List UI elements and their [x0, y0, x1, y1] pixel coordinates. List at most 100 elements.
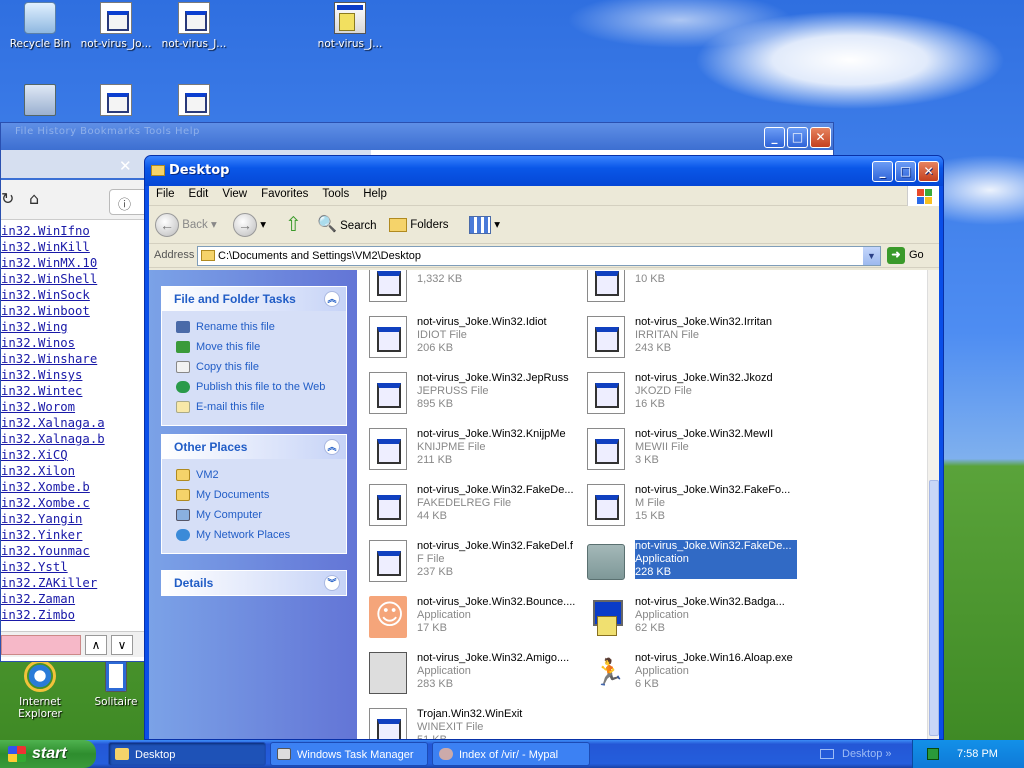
- find-previous-button[interactable]: ∧: [85, 635, 107, 655]
- url-bar[interactable]: ⓘ: [109, 189, 149, 215]
- menu-help[interactable]: Help: [356, 186, 394, 202]
- file-item[interactable]: not-virus_Joke.Win32.FakeDe... Applicatio…: [585, 536, 797, 586]
- link-item[interactable]: in32.Winos: [1, 335, 147, 351]
- address-input[interactable]: C:\Documents and Settings\VM2\Desktop ▼: [197, 246, 881, 266]
- find-next-button[interactable]: ∨: [111, 635, 133, 655]
- taskbar-item-mypal[interactable]: Index of /vir/ - Mypal: [432, 742, 590, 766]
- task-move[interactable]: Move this file: [174, 337, 346, 357]
- link-item[interactable]: in32.WinKill: [1, 239, 147, 255]
- browser-titlebar[interactable]: File History Bookmarks Tools Help _ □ ✕: [1, 123, 833, 150]
- forward-button[interactable]: → ▾: [233, 211, 266, 239]
- link-item[interactable]: in32.Zimbo: [1, 607, 147, 623]
- link-item[interactable]: in32.WinMX.10: [1, 255, 147, 271]
- link-item[interactable]: in32.Zaman: [1, 591, 147, 607]
- collapse-icon[interactable]: ︽: [324, 439, 340, 455]
- up-folder-icon[interactable]: ⇧: [285, 211, 302, 239]
- search-button[interactable]: 🔍 Search: [317, 211, 377, 239]
- desktop-file-shortcut[interactable]: not-virus_Jo...: [76, 2, 156, 50]
- explorer-titlebar[interactable]: Desktop _ □ ✕: [145, 156, 943, 186]
- start-button[interactable]: start: [0, 740, 96, 768]
- link-item[interactable]: in32.WinShell: [1, 271, 147, 287]
- vertical-scrollbar[interactable]: [927, 270, 939, 739]
- link-item[interactable]: in32.Wing: [1, 319, 147, 335]
- file-item[interactable]: not-virus_Joke.Win32.FakeFo... M File 15 K…: [585, 480, 797, 530]
- link-item[interactable]: in32.Ystl: [1, 559, 147, 575]
- maximize-button[interactable]: □: [895, 161, 916, 182]
- my-computer-shortcut[interactable]: [0, 84, 80, 120]
- file-item[interactable]: not-virus_Joke.Win32.Amigo.... Applicatio…: [367, 648, 579, 698]
- place-my-documents[interactable]: My Documents: [174, 485, 346, 505]
- link-item[interactable]: in32.Xombe.c: [1, 495, 147, 511]
- taskbar-item-desktop[interactable]: Desktop: [108, 742, 266, 766]
- link-item[interactable]: in32.Winsys: [1, 367, 147, 383]
- panel-header[interactable]: Other Places ︽: [162, 435, 346, 459]
- file-item[interactable]: not-virus_Joke.Win32.JepRuss JEPRUSS File…: [367, 368, 579, 418]
- task-rename[interactable]: Rename this file: [174, 317, 346, 337]
- maximize-button[interactable]: □: [787, 127, 808, 148]
- file-item[interactable]: not-virus_Joke.Win32.KnijpMe KNIJPME File…: [367, 424, 579, 474]
- link-item[interactable]: in32.WinIfno: [1, 223, 147, 239]
- file-item[interactable]: FLAGHOST File1,332 KB: [367, 270, 579, 306]
- task-email[interactable]: E-mail this file: [174, 397, 346, 417]
- link-item[interactable]: in32.Yinker: [1, 527, 147, 543]
- link-item[interactable]: in32.Xombe.b: [1, 479, 147, 495]
- file-item[interactable]: not-virus_Joke.Win32.Jkozd JKOZD File 16 K…: [585, 368, 797, 418]
- reload-icon[interactable]: ↻: [1, 189, 14, 208]
- link-item[interactable]: in32.Xalnaga.a: [1, 415, 147, 431]
- internet-explorer-shortcut[interactable]: Internet Explorer: [0, 660, 80, 720]
- desktop-file-shortcut[interactable]: [154, 84, 234, 120]
- file-item[interactable]: not-virus_Joke.Win32.FakeDe... FAKEDELREG…: [367, 480, 579, 530]
- file-item[interactable]: not-virus_Joke.Win16.Aloap.exeApplicatio…: [585, 648, 797, 698]
- close-tab-icon[interactable]: ✕: [119, 157, 132, 175]
- menu-view[interactable]: View: [215, 186, 254, 202]
- task-copy[interactable]: Copy this file: [174, 357, 346, 377]
- menu-edit[interactable]: Edit: [182, 186, 216, 202]
- task-publish[interactable]: Publish this file to the Web: [174, 377, 346, 397]
- link-item[interactable]: in32.Younmac: [1, 543, 147, 559]
- place-my-network[interactable]: My Network Places: [174, 525, 346, 545]
- go-button[interactable]: ➜ Go: [887, 247, 924, 264]
- link-item[interactable]: in32.WinSock: [1, 287, 147, 303]
- home-icon[interactable]: ⌂: [29, 189, 39, 208]
- file-item[interactable]: not-virus_Joke.Win32.FakeDel.f F File 237 …: [367, 536, 579, 586]
- folders-button[interactable]: Folders: [389, 211, 449, 239]
- link-item[interactable]: in32.XiCQ: [1, 447, 147, 463]
- collapse-icon[interactable]: ︽: [324, 291, 340, 307]
- place-vm2[interactable]: VM2: [174, 465, 346, 485]
- file-item[interactable]: not-virus_Joke.Win32.Idiot IDIOT File 206 …: [367, 312, 579, 362]
- file-item[interactable]: not-virus_Joke.Win32.Badga... Application…: [585, 592, 797, 642]
- file-item[interactable]: not-virus_Joke.Win32.MewII MEWII File 3 KB: [585, 424, 797, 474]
- link-item[interactable]: in32.ZAKiller: [1, 575, 147, 591]
- recycle-bin-shortcut[interactable]: Recycle Bin: [0, 2, 80, 50]
- menu-tools[interactable]: Tools: [315, 186, 356, 202]
- desktop-file-shortcut[interactable]: [76, 84, 156, 120]
- menu-favorites[interactable]: Favorites: [254, 186, 315, 202]
- desktop-file-shortcut[interactable]: not-virus_J...: [154, 2, 234, 50]
- file-item[interactable]: not-virus_Joke.Win32.Bounce....Applicati…: [367, 592, 579, 642]
- close-button[interactable]: ✕: [918, 161, 939, 182]
- menu-file[interactable]: File: [149, 186, 182, 202]
- expand-icon[interactable]: ︾: [324, 575, 340, 591]
- link-item[interactable]: in32.Wintec: [1, 383, 147, 399]
- link-item[interactable]: in32.Winshare: [1, 351, 147, 367]
- scrollbar-thumb[interactable]: [929, 480, 939, 736]
- back-button[interactable]: ← Back ▾: [155, 211, 217, 239]
- minimize-button[interactable]: _: [872, 161, 893, 182]
- link-item[interactable]: in32.Winboot: [1, 303, 147, 319]
- desktop-toolbar[interactable]: Desktop »: [820, 740, 892, 768]
- minimize-button[interactable]: _: [764, 127, 785, 148]
- address-dropdown-icon[interactable]: ▼: [863, 247, 880, 265]
- close-button[interactable]: ✕: [810, 127, 831, 148]
- file-item[interactable]: not-virus_Joke.Win32.Irritan IRRITAN File…: [585, 312, 797, 362]
- link-item[interactable]: in32.Yangin: [1, 511, 147, 527]
- link-item[interactable]: in32.Worom: [1, 399, 147, 415]
- link-item[interactable]: in32.Xilon: [1, 463, 147, 479]
- file-item[interactable]: FOONT File10 KB: [585, 270, 797, 306]
- panel-header[interactable]: Details ︾: [162, 571, 346, 595]
- panel-header[interactable]: File and Folder Tasks ︽: [162, 287, 346, 311]
- file-item[interactable]: Trojan.Win32.WinExitWINEXIT File51 KB: [367, 704, 579, 739]
- chevron-icon[interactable]: »: [885, 748, 891, 760]
- task-manager-tray-icon[interactable]: [927, 748, 939, 760]
- taskbar-item-task-manager[interactable]: Windows Task Manager: [270, 742, 428, 766]
- place-my-computer[interactable]: My Computer: [174, 505, 346, 525]
